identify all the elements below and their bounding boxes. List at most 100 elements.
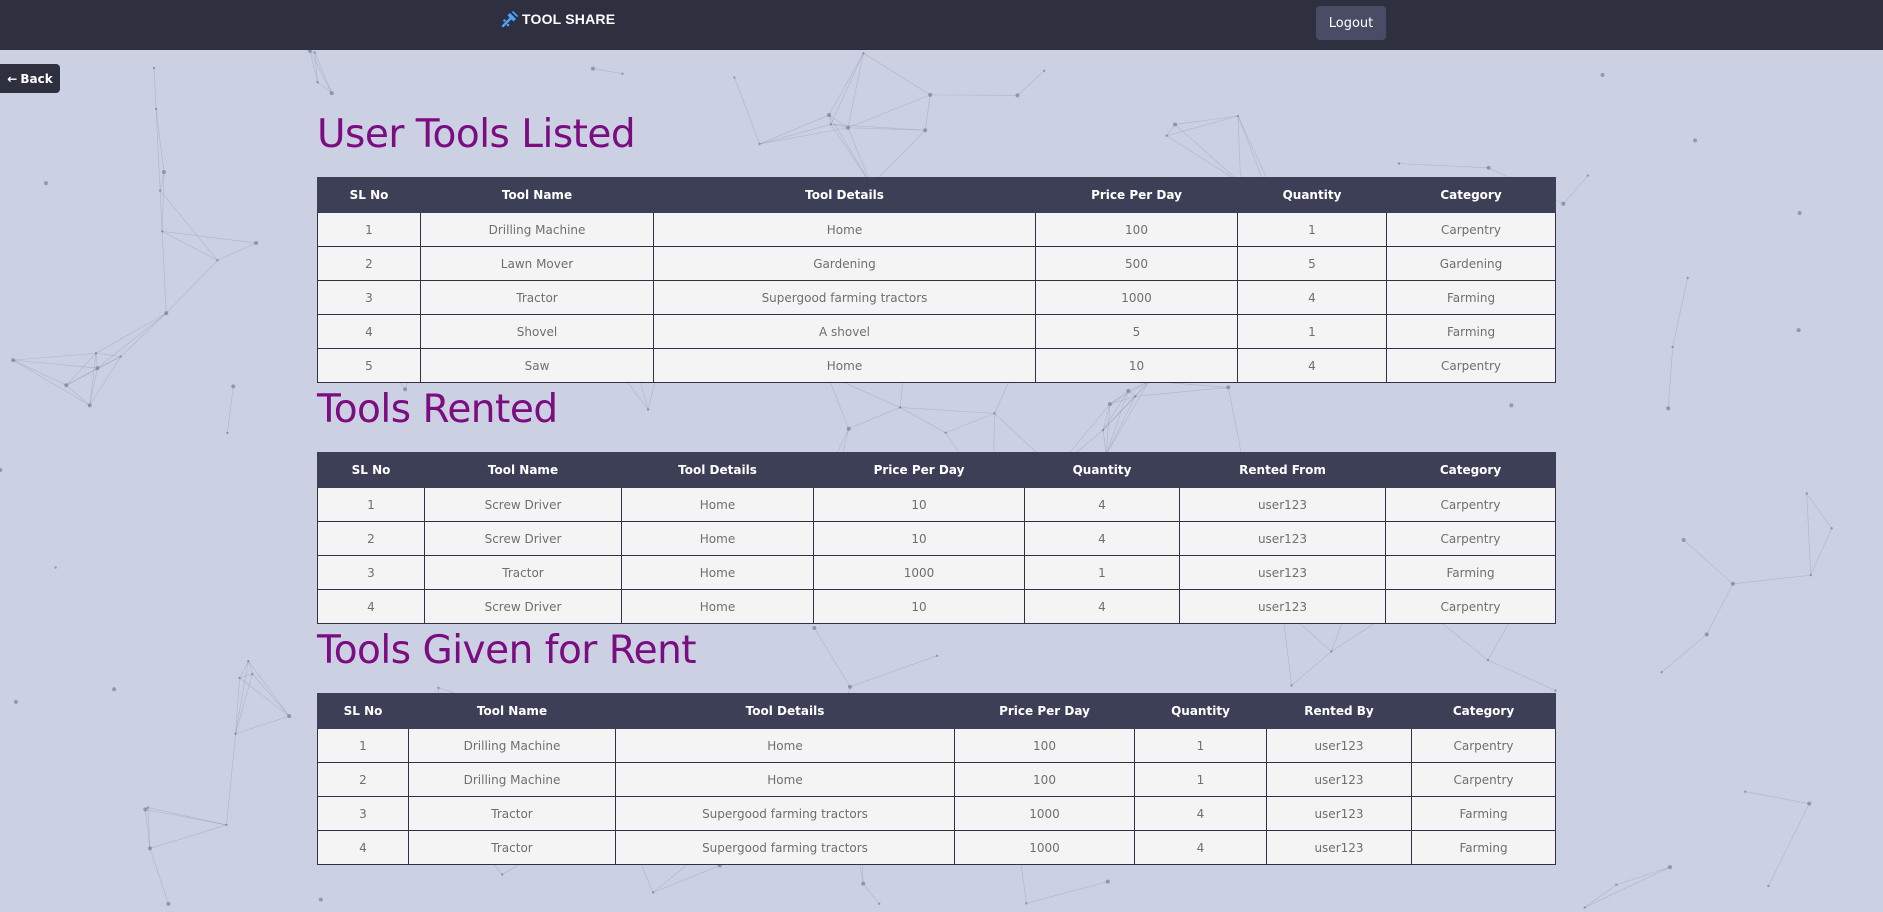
table-row: 1 Drilling Machine Home 100 1 user123 Carpentr… [317,728,1556,763]
tools-icon [501,11,518,28]
table-cell: 1 [317,487,425,522]
table-cell: 4 [1024,487,1180,522]
table-cell: Tractor [408,830,616,865]
table-cell: 4 [1024,589,1180,624]
table-header-row: SL No Tool Name Tool Details Price Per Day Q… [317,693,1556,729]
table-cell: 4 [317,830,409,865]
logout-button[interactable]: Logout [1316,6,1386,40]
table-cell: 3 [317,280,421,315]
column-header: Price Per Day [954,693,1135,729]
table-cell: Home [615,762,955,797]
table-cell: 10 [813,589,1025,624]
column-header: Quantity [1024,452,1180,488]
table-cell: Supergood farming tractors [653,280,1036,315]
table-row: 4 Screw Driver Home 10 4 user123 Carpentry [317,589,1556,624]
column-header: Quantity [1237,177,1387,213]
section-title-user-tools: User Tools Listed [317,112,636,157]
table-cell: 1 [1237,314,1387,349]
table-cell: Supergood farming tractors [615,830,955,865]
table-cell: 1000 [954,796,1135,831]
table-cell: Screw Driver [424,521,622,556]
column-header: Category [1385,452,1556,488]
table-cell: Gardening [653,246,1036,281]
column-header: SL No [317,177,421,213]
table-cell: 1 [317,728,409,763]
column-header: Quantity [1134,693,1267,729]
table-cell: Tractor [424,555,622,590]
table-cell: Shovel [420,314,654,349]
table-cell: 4 [1237,348,1387,383]
table-cell: Supergood farming tractors [615,796,955,831]
column-header: Price Per Day [1035,177,1238,213]
table-cell: user123 [1266,762,1412,797]
arrow-left-icon: ← [7,71,18,86]
column-header: Tool Name [424,452,622,488]
table-cell: Tractor [408,796,616,831]
table-cell: 100 [1035,212,1238,247]
table-cell: 10 [813,521,1025,556]
table-cell: 2 [317,521,425,556]
brand-logo[interactable]: TOOL SHARE [500,9,615,29]
table-cell: Farming [1386,280,1556,315]
table-cell: 2 [317,762,409,797]
column-header: SL No [317,452,425,488]
table-cell: 4 [317,589,425,624]
table-cell: Farming [1386,314,1556,349]
back-button[interactable]: ← Back [0,64,60,93]
table-row: 2 Drilling Machine Home 100 1 user123 Carpentr… [317,762,1556,797]
table-cell: 3 [317,796,409,831]
table-cell: Carpentry [1411,728,1556,763]
table-cell: 1000 [1035,280,1238,315]
table-cell: 1 [317,212,421,247]
table-cell: Home [621,555,814,590]
table-cell: Saw [420,348,654,383]
table-row: 1 Screw Driver Home 10 4 user123 Carpentry [317,487,1556,522]
table-cell: Lawn Mover [420,246,654,281]
table-cell: 4 [1134,830,1267,865]
table-cell: 10 [813,487,1025,522]
table-cell: Tractor [420,280,654,315]
column-header: Tool Details [621,452,814,488]
tools-given-table: SL No Tool Name Tool Details Price Per Day Q… [317,693,1556,865]
table-cell: Home [621,521,814,556]
table-cell: Carpentry [1386,348,1556,383]
user-tools-table: SL No Tool Name Tool Details Price Per Day Q… [317,177,1556,383]
table-header-row: SL No Tool Name Tool Details Price Per Day Q… [317,177,1556,213]
table-cell: Carpentry [1385,521,1556,556]
table-cell: Home [653,212,1036,247]
column-header: Price Per Day [813,452,1025,488]
table-cell: Carpentry [1385,589,1556,624]
table-cell: 1 [1134,762,1267,797]
table-cell: Farming [1385,555,1556,590]
table-cell: Gardening [1386,246,1556,281]
table-cell: 5 [1237,246,1387,281]
table-cell: 100 [954,762,1135,797]
table-cell: 2 [317,246,421,281]
table-row: 3 Tractor Supergood farming tractors 1000 4 u… [317,796,1556,831]
table-cell: Farming [1411,796,1556,831]
table-row: 3 Tractor Supergood farming tractors 1000 4 F… [317,280,1556,315]
table-cell: 1000 [813,555,1025,590]
table-row: 2 Screw Driver Home 10 4 user123 Carpentry [317,521,1556,556]
column-header: Tool Name [420,177,654,213]
table-cell: 1 [1024,555,1180,590]
table-cell: 3 [317,555,425,590]
table-cell: Farming [1411,830,1556,865]
brand-name: TOOL SHARE [522,11,616,27]
table-cell: Home [621,487,814,522]
column-header: SL No [317,693,409,729]
table-cell: Drilling Machine [420,212,654,247]
table-cell: Drilling Machine [408,728,616,763]
table-row: 2 Lawn Mover Gardening 500 5 Gardening [317,246,1556,281]
table-cell: Carpentry [1386,212,1556,247]
navbar: TOOL SHARE Logout [0,0,1883,50]
table-cell: 1 [1134,728,1267,763]
table-cell: 1000 [954,830,1135,865]
table-cell: Home [615,728,955,763]
column-header: Category [1386,177,1556,213]
column-header: Tool Details [653,177,1036,213]
column-header: Tool Details [615,693,955,729]
table-row: 3 Tractor Home 1000 1 user123 Farming [317,555,1556,590]
table-cell: Screw Driver [424,487,622,522]
table-cell: 4 [1134,796,1267,831]
